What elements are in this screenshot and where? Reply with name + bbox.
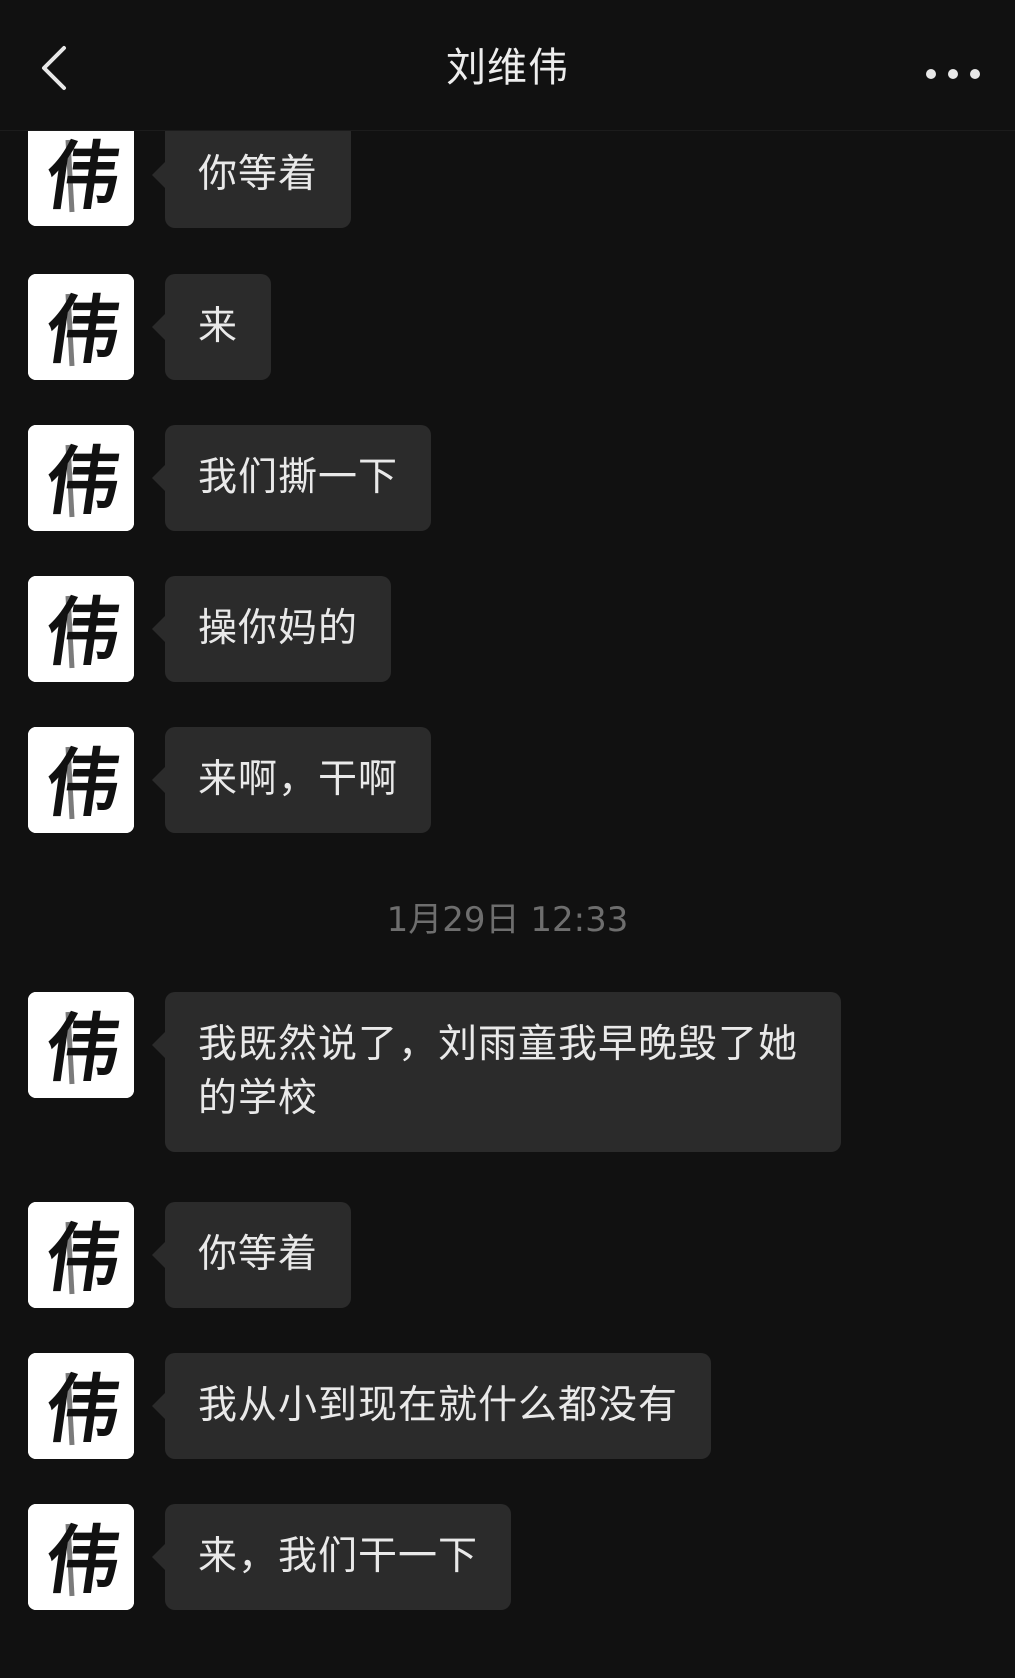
message-bubble[interactable]: 你等着 <box>151 122 352 228</box>
contact-avatar[interactable]: 伟 <box>28 274 134 380</box>
avatar-calligraphy-image: 伟 <box>28 1353 134 1459</box>
svg-text:伟: 伟 <box>40 588 126 676</box>
contact-avatar[interactable]: 伟 <box>28 992 134 1098</box>
message-timestamp: 1月29日 12:33 <box>386 900 629 940</box>
ellipsis-icon <box>926 69 980 79</box>
svg-text:伟: 伟 <box>40 132 126 220</box>
contact-avatar[interactable]: 伟 <box>28 120 134 226</box>
message-bubble[interactable]: 操你妈的 <box>151 576 392 682</box>
svg-text:伟: 伟 <box>40 437 126 525</box>
avatar-calligraphy-image: 伟 <box>28 992 134 1098</box>
contact-avatar[interactable]: 伟 <box>28 425 134 531</box>
svg-text:伟: 伟 <box>40 1365 126 1453</box>
message-bubble[interactable]: 我从小到现在就什么都没有 <box>151 1353 712 1459</box>
message-bubble[interactable]: 你等着 <box>151 1202 352 1308</box>
contact-avatar[interactable]: 伟 <box>28 1202 134 1308</box>
message-bubble[interactable]: 我们撕一下 <box>151 425 432 531</box>
message-bubble[interactable]: 我既然说了，刘雨童我早晚毁了她的学校 <box>152 992 841 1152</box>
avatar-calligraphy-image: 伟 <box>28 1202 134 1308</box>
more-options-button[interactable] <box>921 46 985 90</box>
contact-avatar[interactable]: 伟 <box>28 727 134 833</box>
svg-text:伟: 伟 <box>40 1516 126 1604</box>
navigation-bar: 刘维伟 <box>0 0 1015 131</box>
contact-avatar[interactable]: 伟 <box>28 576 134 682</box>
contact-avatar[interactable]: 伟 <box>28 1504 134 1610</box>
avatar-calligraphy-image: 伟 <box>28 425 134 531</box>
avatar-calligraphy-image: 伟 <box>28 274 134 380</box>
message-list[interactable]: 伟 你等着 伟 来 伟 我们撕一下 伟 操你妈的 伟 来啊，干啊 1月29日 1… <box>0 0 1015 1678</box>
svg-text:伟: 伟 <box>40 286 126 374</box>
avatar-calligraphy-image: 伟 <box>28 120 134 226</box>
avatar-calligraphy-image: 伟 <box>28 576 134 682</box>
message-bubble[interactable]: 来 <box>151 274 272 380</box>
svg-text:伟: 伟 <box>40 1004 126 1092</box>
message-bubble[interactable]: 来啊，干啊 <box>151 727 432 833</box>
svg-text:伟: 伟 <box>40 739 126 827</box>
avatar-calligraphy-image: 伟 <box>28 1504 134 1610</box>
message-bubble[interactable]: 来，我们干一下 <box>151 1504 512 1610</box>
svg-text:伟: 伟 <box>40 1214 126 1302</box>
contact-avatar[interactable]: 伟 <box>28 1353 134 1459</box>
avatar-calligraphy-image: 伟 <box>28 727 134 833</box>
chat-title: 刘维伟 <box>446 45 569 91</box>
